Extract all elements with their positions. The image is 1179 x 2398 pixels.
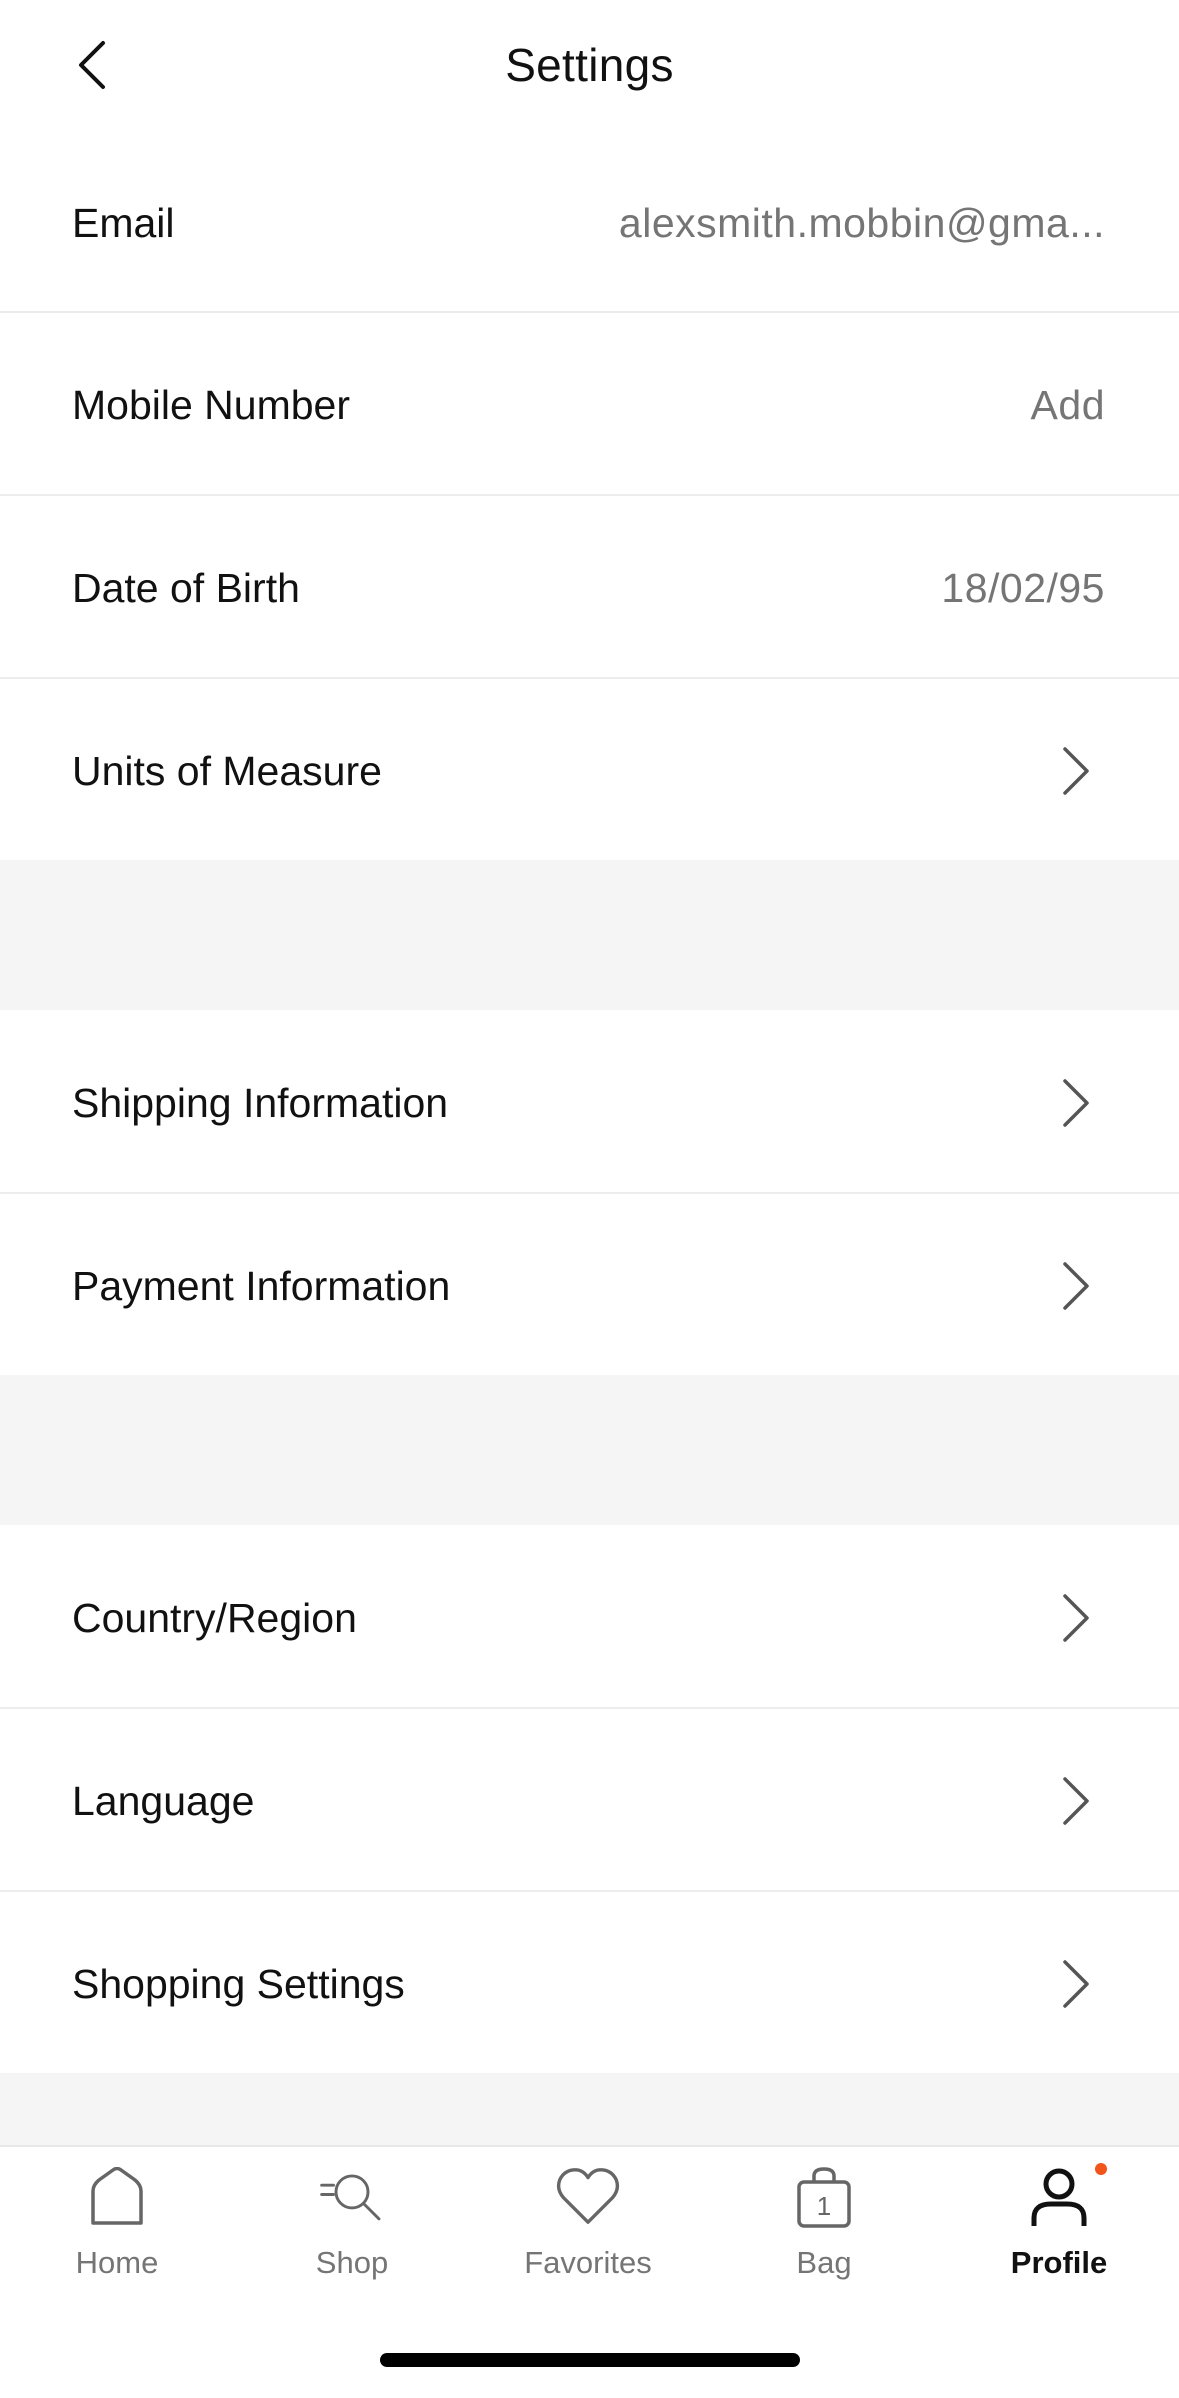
page-title: Settings xyxy=(505,39,674,91)
date-of-birth-row[interactable]: Date of Birth 18/02/95 xyxy=(0,497,1179,679)
section-spacer xyxy=(0,1375,1179,1525)
heart-icon xyxy=(556,2168,620,2224)
shipping-information-row[interactable]: Shipping Information xyxy=(0,1012,1179,1194)
mobile-number-label: Mobile Number xyxy=(72,381,350,428)
tab-bag-label: Bag xyxy=(796,2245,852,2280)
country-region-row[interactable]: Country/Region xyxy=(0,1527,1179,1709)
mobile-number-value: Add xyxy=(1030,381,1105,428)
chevron-right-icon xyxy=(1063,1079,1089,1127)
shop-search-icon xyxy=(320,2174,381,2221)
tab-favorites[interactable]: Favorites xyxy=(488,2165,688,2315)
tab-shop[interactable]: Shop xyxy=(252,2165,452,2315)
section-spacer xyxy=(0,860,1179,1010)
divider xyxy=(0,1192,1179,1194)
home-indicator xyxy=(380,2353,800,2367)
shipping-information-label: Shipping Information xyxy=(72,1079,449,1126)
chevron-right-icon xyxy=(1063,747,1089,795)
home-icon xyxy=(91,2167,143,2225)
tab-shop-label: Shop xyxy=(315,2245,389,2280)
tab-profile-label: Profile xyxy=(1010,2245,1108,2280)
tab-bag[interactable]: 1 Bag xyxy=(724,2165,924,2315)
chevron-right-icon xyxy=(1063,1777,1089,1825)
divider xyxy=(0,1707,1179,1709)
header: Settings xyxy=(0,0,1179,130)
email-value: alexsmith.mobbin@gma... xyxy=(618,199,1105,246)
chevron-right-icon xyxy=(1063,1960,1089,2008)
shopping-settings-label: Shopping Settings xyxy=(72,1960,405,2007)
divider xyxy=(0,494,1179,496)
tab-home[interactable]: Home xyxy=(17,2165,217,2315)
notification-dot xyxy=(1095,2163,1107,2175)
country-region-label: Country/Region xyxy=(72,1594,357,1641)
payment-information-row[interactable]: Payment Information xyxy=(0,1195,1179,1377)
chevron-right-icon xyxy=(1063,1594,1089,1642)
tab-profile[interactable]: Profile xyxy=(959,2163,1159,2315)
email-label: Email xyxy=(72,199,175,246)
payment-information-label: Payment Information xyxy=(72,1262,451,1309)
divider xyxy=(0,311,1179,313)
date-of-birth-label: Date of Birth xyxy=(72,564,300,611)
bag-count-badge: 1 xyxy=(816,2191,832,2221)
section-spacer xyxy=(0,2073,1179,2145)
language-label: Language xyxy=(72,1777,255,1824)
profile-icon xyxy=(1031,2168,1087,2226)
date-of-birth-value: 18/02/95 xyxy=(941,564,1105,611)
shopping-settings-row[interactable]: Shopping Settings xyxy=(0,1893,1179,2075)
email-row[interactable]: Email alexsmith.mobbin@gma... xyxy=(0,132,1179,314)
tab-home-label: Home xyxy=(75,2245,159,2280)
units-of-measure-label: Units of Measure xyxy=(72,747,382,794)
chevron-right-icon xyxy=(1063,1262,1089,1310)
tab-favorites-label: Favorites xyxy=(524,2245,652,2280)
divider xyxy=(0,677,1179,679)
language-row[interactable]: Language xyxy=(0,1710,1179,1892)
mobile-number-row[interactable]: Mobile Number Add xyxy=(0,314,1179,496)
units-of-measure-row[interactable]: Units of Measure xyxy=(0,680,1179,862)
divider xyxy=(0,1890,1179,1892)
